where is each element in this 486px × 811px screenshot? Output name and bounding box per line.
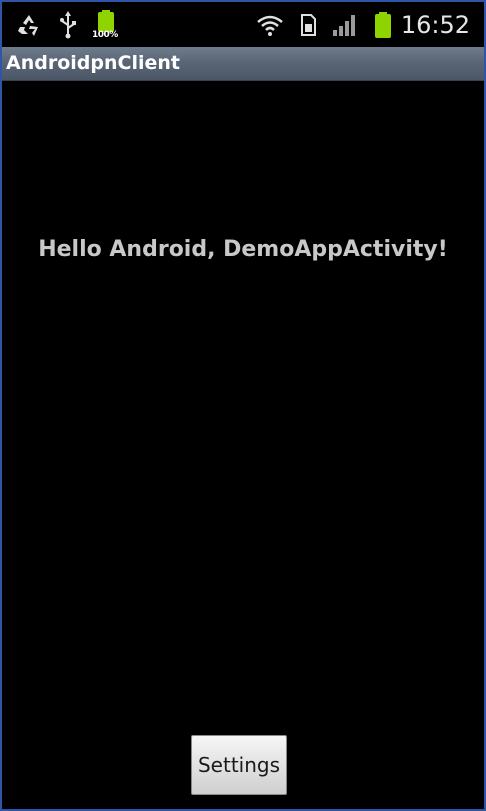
battery-percent: 100% xyxy=(92,30,118,40)
recycle-icon xyxy=(18,15,38,36)
app-window: 100% 16:52 AndroidpnClient Hello Android… xyxy=(0,0,486,811)
usb-icon xyxy=(60,11,76,39)
status-bar[interactable]: 100% 16:52 xyxy=(2,2,484,47)
battery-icon xyxy=(375,12,391,38)
wifi-icon xyxy=(257,15,283,36)
hello-message: Hello Android, DemoAppActivity! xyxy=(38,237,448,262)
battery-charging-icon xyxy=(98,10,114,32)
sim-card-icon xyxy=(301,14,316,36)
settings-button[interactable]: Settings xyxy=(191,735,287,795)
status-clock: 16:52 xyxy=(400,11,470,39)
title-bar: AndroidpnClient xyxy=(2,47,484,81)
signal-strength-icon xyxy=(333,15,355,36)
app-title: AndroidpnClient xyxy=(6,52,180,74)
